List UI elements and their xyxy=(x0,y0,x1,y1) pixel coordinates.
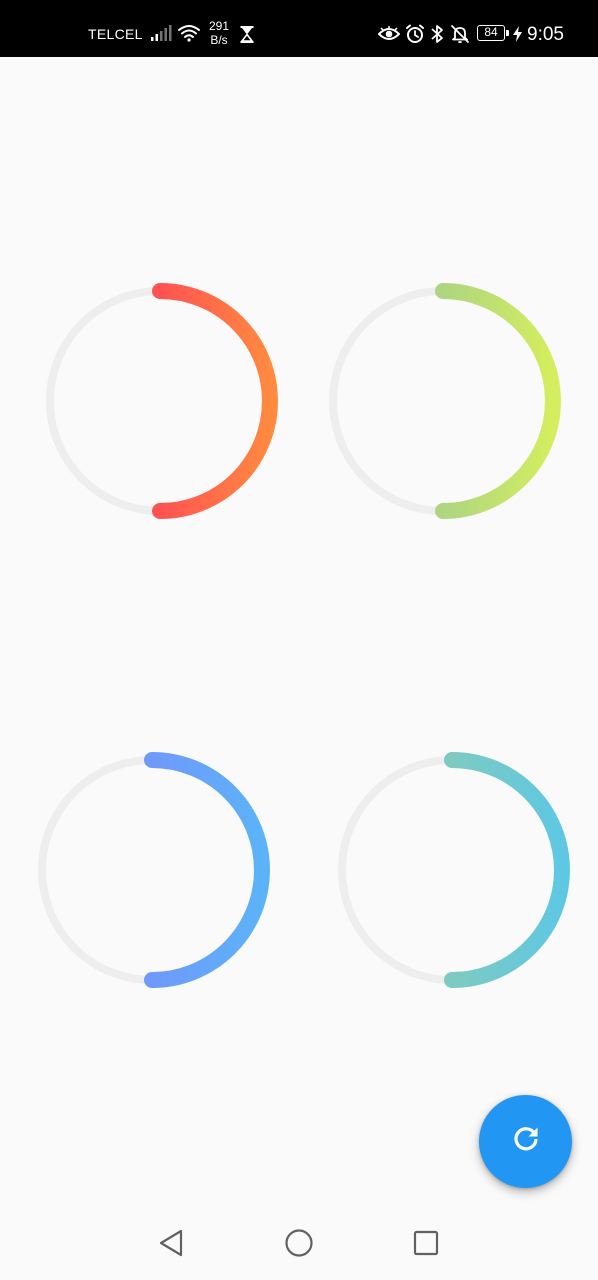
back-button[interactable] xyxy=(154,1228,188,1262)
signal-icon xyxy=(150,24,172,47)
recents-icon xyxy=(412,1229,440,1262)
network-speed-value: 291 xyxy=(208,19,230,33)
progress-ring-teal-cyan xyxy=(332,750,572,990)
progress-arc xyxy=(152,283,278,519)
battery-icon: 84 xyxy=(477,25,505,41)
home-button[interactable] xyxy=(282,1228,316,1262)
progress-ring-svg xyxy=(329,283,561,519)
home-icon xyxy=(284,1228,314,1263)
status-bar: TELCEL 291 B/s 84 9:05 xyxy=(0,0,598,57)
progress-arc xyxy=(444,752,570,988)
wifi-icon xyxy=(177,24,201,47)
charging-icon xyxy=(513,26,522,47)
progress-ring-red-orange xyxy=(40,281,280,521)
progress-ring-svg xyxy=(46,283,278,519)
progress-ring-blue xyxy=(32,750,272,990)
progress-ring-green-lime xyxy=(323,281,563,521)
bluetooth-icon xyxy=(430,24,444,49)
progress-ring-svg xyxy=(38,752,270,988)
recents-button[interactable] xyxy=(409,1228,443,1262)
main-content xyxy=(0,57,598,1210)
clock: 9:05 xyxy=(527,24,564,45)
refresh-button[interactable] xyxy=(479,1095,572,1188)
alarm-icon xyxy=(405,24,425,49)
battery-tip xyxy=(506,30,509,36)
hourglass-icon xyxy=(240,26,254,48)
back-icon xyxy=(157,1228,185,1263)
notifications-off-icon xyxy=(450,24,470,49)
refresh-icon xyxy=(510,1123,542,1160)
carrier-label: TELCEL xyxy=(88,26,143,42)
navigation-bar xyxy=(0,1210,598,1280)
progress-arc xyxy=(435,283,561,519)
battery-level: 84 xyxy=(484,25,498,39)
eye-icon xyxy=(377,26,401,47)
network-speed: 291 B/s xyxy=(207,19,231,47)
progress-arc xyxy=(144,752,270,988)
network-speed-unit: B/s xyxy=(210,33,228,47)
progress-ring-svg xyxy=(338,752,570,988)
